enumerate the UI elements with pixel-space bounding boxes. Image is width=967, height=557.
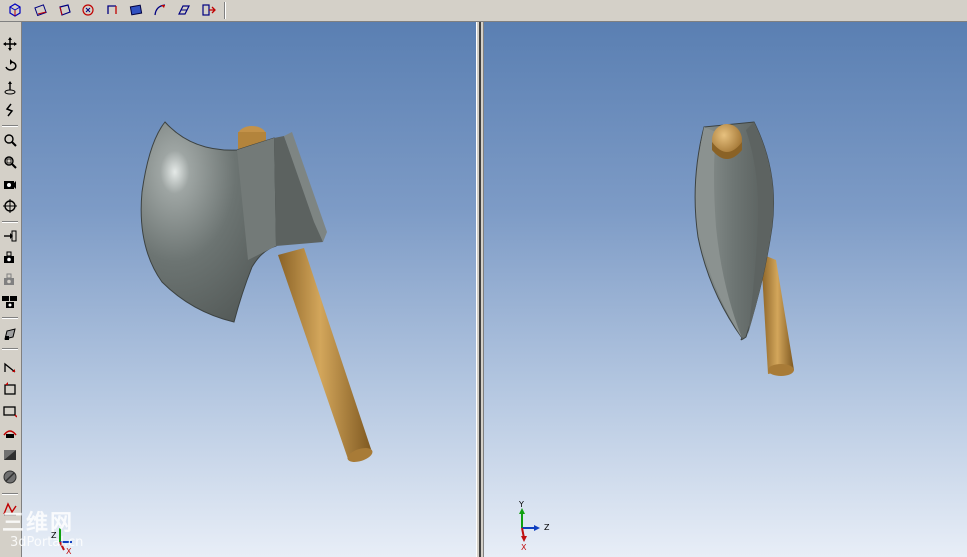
triad-label-x: X [521,543,527,552]
top-toolbar [0,0,967,22]
rotate-view-icon[interactable] [1,424,19,442]
viewport-right[interactable]: Y Z X [484,22,967,557]
box-view-icon[interactable] [5,1,25,19]
rotate-icon[interactable] [1,57,19,75]
axis-triad-right: Y Z X [518,500,550,552]
shaded-view-icon[interactable] [126,1,146,19]
rotate-box-icon[interactable] [31,1,51,19]
watermark-title: 三维网 [2,511,75,536]
axe-model-left[interactable] [22,22,476,557]
plane-icon[interactable] [1,402,19,420]
line-icon[interactable] [1,358,19,376]
camera-group-icon[interactable] [1,293,19,311]
axe-model-right[interactable] [484,22,967,557]
viewport-splitter[interactable] [476,22,484,557]
viewport-left[interactable]: Z X [22,22,476,557]
sketch-icon[interactable] [102,1,122,19]
exit-icon[interactable] [199,1,219,19]
orbit-icon[interactable] [78,1,98,19]
insert-icon[interactable] [1,227,19,245]
zoom-window-icon[interactable] [1,153,19,171]
target-icon[interactable] [1,197,19,215]
look-at-icon[interactable] [1,79,19,97]
face-view-icon[interactable] [55,1,75,19]
camera-gray-icon[interactable] [1,271,19,289]
axe-handle [761,254,794,376]
watermark: 三维网 3dPortal.cn [2,505,102,555]
zoom-icon[interactable] [1,131,19,149]
paint-icon[interactable] [1,325,19,343]
box-icon[interactable] [1,380,19,398]
circle-slash-icon[interactable] [1,468,19,486]
pan-icon[interactable] [1,35,19,53]
walk-icon[interactable] [1,101,19,119]
triad-label-z: Z [544,523,550,532]
slice-icon[interactable] [1,446,19,464]
camera-lock-icon[interactable] [1,249,19,267]
axe-handle-cap [712,124,742,159]
triad-label-y: Y [518,500,524,509]
section-icon[interactable] [174,1,194,19]
camera-icon[interactable] [1,175,19,193]
watermark-url: 3dPortal.cn [10,535,84,550]
view-tools-sidebar [0,22,22,557]
arrow-curve-icon[interactable] [150,1,170,19]
